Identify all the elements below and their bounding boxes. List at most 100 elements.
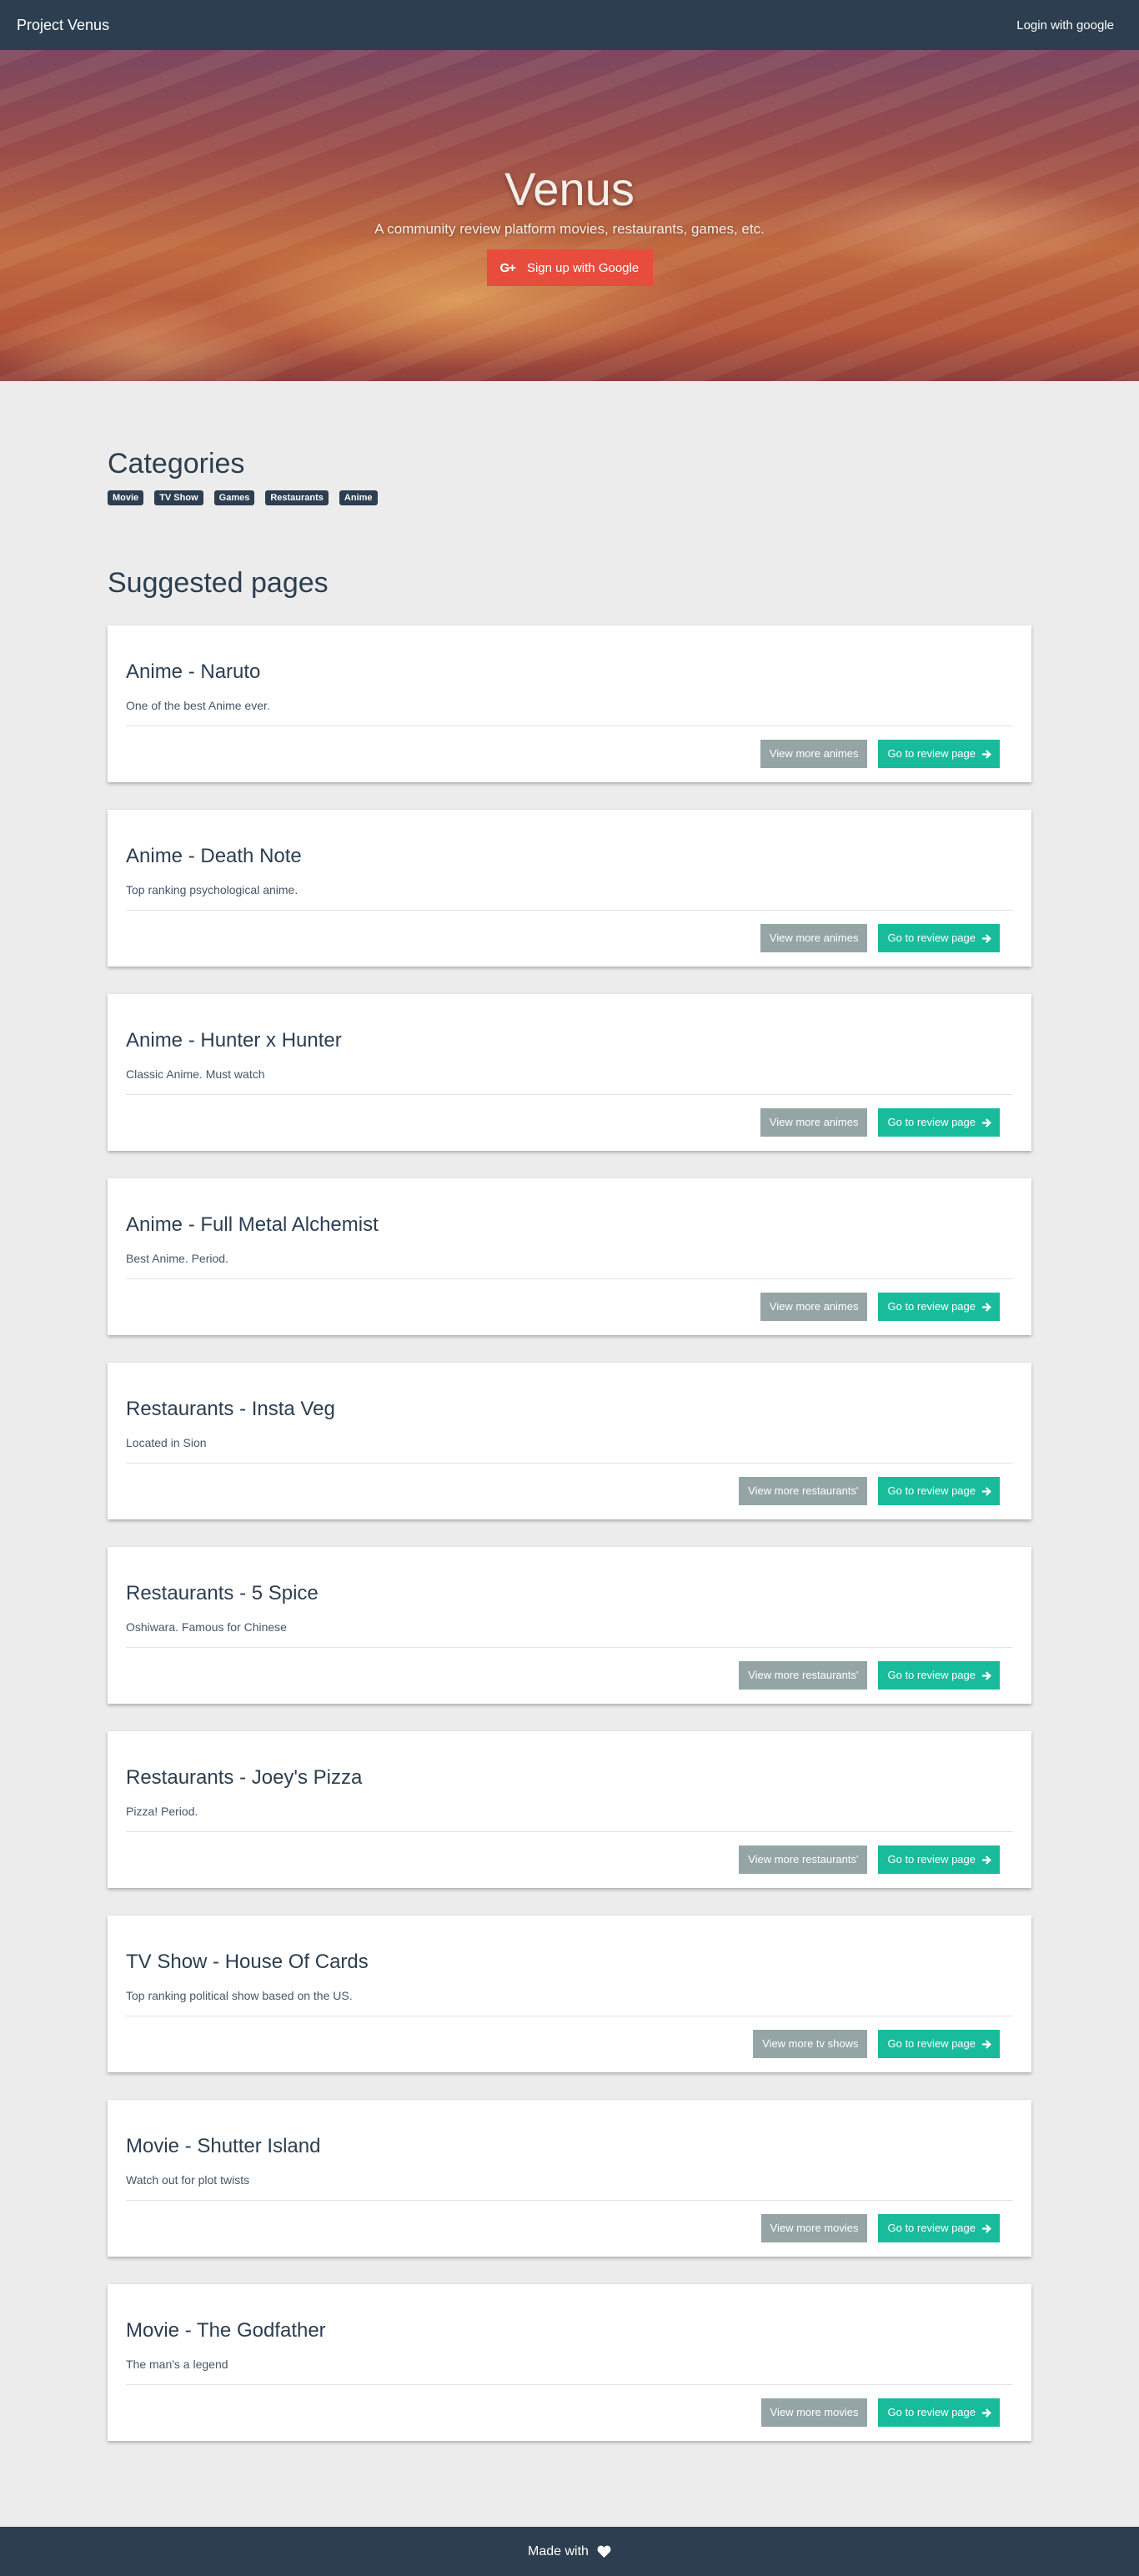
card-actions: View more animes Go to review page [760, 1108, 1000, 1137]
arrow-right-icon [982, 1670, 991, 1680]
suggestion-card: Anime - Naruto One of the best Anime eve… [108, 625, 1031, 782]
category-tag-games[interactable]: Games [213, 490, 255, 505]
review-label: Go to review page [887, 1300, 976, 1313]
card-description: Located in Sion [126, 1436, 207, 1449]
card-title: Restaurants - 5 Spice [126, 1582, 319, 1604]
suggestion-card: Restaurants - 5 Spice Oshiwara. Famous f… [108, 1547, 1031, 1704]
google-plus-icon: G+ [499, 260, 516, 275]
signup-google-button[interactable]: G+ Sign up with Google [486, 249, 653, 286]
go-to-review-button[interactable]: Go to review page [878, 740, 1000, 768]
view-more-button[interactable]: View more restaurants' [739, 1661, 868, 1690]
go-to-review-button[interactable]: Go to review page [878, 1293, 1000, 1321]
card-description: The man's a legend [126, 2358, 228, 2371]
category-tag-anime[interactable]: Anime [339, 490, 378, 505]
footer-text: Made with [528, 2543, 589, 2558]
category-tag-restaurants[interactable]: Restaurants [265, 490, 329, 505]
review-label: Go to review page [887, 1669, 976, 1681]
review-label: Go to review page [887, 931, 976, 944]
suggestion-card: TV Show - House Of Cards Top ranking pol… [108, 1916, 1031, 2072]
card-title: TV Show - House Of Cards [126, 1951, 369, 1973]
suggestion-card: Restaurants - Joey's Pizza Pizza! Period… [108, 1731, 1031, 1888]
arrow-right-icon [982, 2408, 991, 2418]
card-divider [126, 1647, 1013, 1648]
hero-subtitle: A community review platform movies, rest… [374, 221, 765, 237]
hero-banner: Venus A community review platform movies… [0, 50, 1139, 381]
card-divider [126, 1831, 1013, 1832]
card-title: Anime - Death Note [126, 845, 302, 867]
review-label: Go to review page [887, 2406, 976, 2418]
card-description: Watch out for plot twists [126, 2173, 250, 2187]
review-label: Go to review page [887, 1853, 976, 1865]
card-description: Top ranking political show based on the … [126, 1989, 353, 2002]
card-description: Classic Anime. Must watch [126, 1067, 265, 1081]
suggested-pages-title: Suggested pages [108, 567, 329, 599]
signup-label: Sign up with Google [526, 260, 640, 275]
arrow-right-icon [982, 2039, 991, 2049]
arrow-right-icon [982, 1302, 991, 1312]
card-divider [126, 1094, 1013, 1095]
review-label: Go to review page [887, 2037, 976, 2050]
card-actions: View more restaurants' Go to review page [739, 1845, 1000, 1874]
card-actions: View more animes Go to review page [760, 924, 1000, 952]
go-to-review-button[interactable]: Go to review page [878, 1661, 1000, 1690]
suggested-cards: Anime - Naruto One of the best Anime eve… [108, 625, 1031, 2468]
category-tag-tv-show[interactable]: TV Show [154, 490, 203, 505]
card-title: Restaurants - Joey's Pizza [126, 1766, 363, 1789]
navbar: Project Venus Login with google [0, 0, 1139, 50]
suggestion-card: Anime - Hunter x Hunter Classic Anime. M… [108, 994, 1031, 1151]
card-actions: View more movies Go to review page [760, 2214, 1000, 2242]
category-tag-movie[interactable]: Movie [108, 490, 144, 505]
card-title: Movie - Shutter Island [126, 2135, 321, 2157]
card-divider [126, 2200, 1013, 2201]
card-title: Movie - The Godfather [126, 2319, 326, 2342]
arrow-right-icon [982, 2223, 991, 2233]
card-divider [126, 1463, 1013, 1464]
view-more-button[interactable]: View more movies [760, 2214, 868, 2242]
arrow-right-icon [982, 749, 991, 759]
categories-title: Categories [108, 448, 245, 480]
view-more-button[interactable]: View more movies [760, 2398, 868, 2427]
arrow-right-icon [982, 1486, 991, 1496]
card-title: Anime - Naruto [126, 660, 261, 683]
hero-content: Venus A community review platform movies… [0, 163, 1139, 286]
card-divider [126, 1278, 1013, 1279]
login-with-google-link[interactable]: Login with google [1016, 18, 1114, 33]
arrow-right-icon [982, 1117, 991, 1127]
card-description: Oshiwara. Famous for Chinese [126, 1620, 287, 1634]
review-label: Go to review page [887, 1484, 976, 1497]
review-label: Go to review page [887, 747, 976, 760]
go-to-review-button[interactable]: Go to review page [878, 2030, 1000, 2058]
suggestion-card: Restaurants - Insta Veg Located in Sion … [108, 1363, 1031, 1519]
card-actions: View more tv shows Go to review page [753, 2030, 1000, 2058]
go-to-review-button[interactable]: Go to review page [878, 1845, 1000, 1874]
card-title: Anime - Hunter x Hunter [126, 1029, 342, 1052]
view-more-button[interactable]: View more tv shows [753, 2030, 868, 2058]
brand-link[interactable]: Project Venus [17, 17, 109, 34]
suggestion-card: Movie - The Godfather The man's a legend… [108, 2284, 1031, 2441]
go-to-review-button[interactable]: Go to review page [878, 2398, 1000, 2427]
card-description: Top ranking psychological anime. [126, 883, 299, 896]
view-more-button[interactable]: View more animes [760, 1108, 868, 1137]
card-title: Anime - Full Metal Alchemist [126, 1213, 379, 1236]
categories-list: Movie TV Show Games Restaurants Anime [108, 490, 378, 505]
card-actions: View more animes Go to review page [760, 740, 1000, 768]
card-title: Restaurants - Insta Veg [126, 1398, 335, 1420]
view-more-button[interactable]: View more animes [760, 924, 868, 952]
card-actions: View more restaurants' Go to review page [739, 1661, 1000, 1690]
view-more-button[interactable]: View more restaurants' [739, 1845, 868, 1874]
card-description: One of the best Anime ever. [126, 699, 270, 712]
card-actions: View more movies Go to review page [760, 2398, 1000, 2427]
review-label: Go to review page [887, 1116, 976, 1128]
arrow-right-icon [982, 933, 991, 943]
view-more-button[interactable]: View more animes [760, 1293, 868, 1321]
go-to-review-button[interactable]: Go to review page [878, 1108, 1000, 1137]
card-divider [126, 2384, 1013, 2385]
go-to-review-button[interactable]: Go to review page [878, 924, 1000, 952]
go-to-review-button[interactable]: Go to review page [878, 2214, 1000, 2242]
card-divider [126, 910, 1013, 911]
view-more-button[interactable]: View more restaurants' [739, 1477, 868, 1505]
card-actions: View more restaurants' Go to review page [739, 1477, 1000, 1505]
go-to-review-button[interactable]: Go to review page [878, 1477, 1000, 1505]
suggestion-card: Anime - Full Metal Alchemist Best Anime.… [108, 1178, 1031, 1335]
view-more-button[interactable]: View more animes [760, 740, 868, 768]
